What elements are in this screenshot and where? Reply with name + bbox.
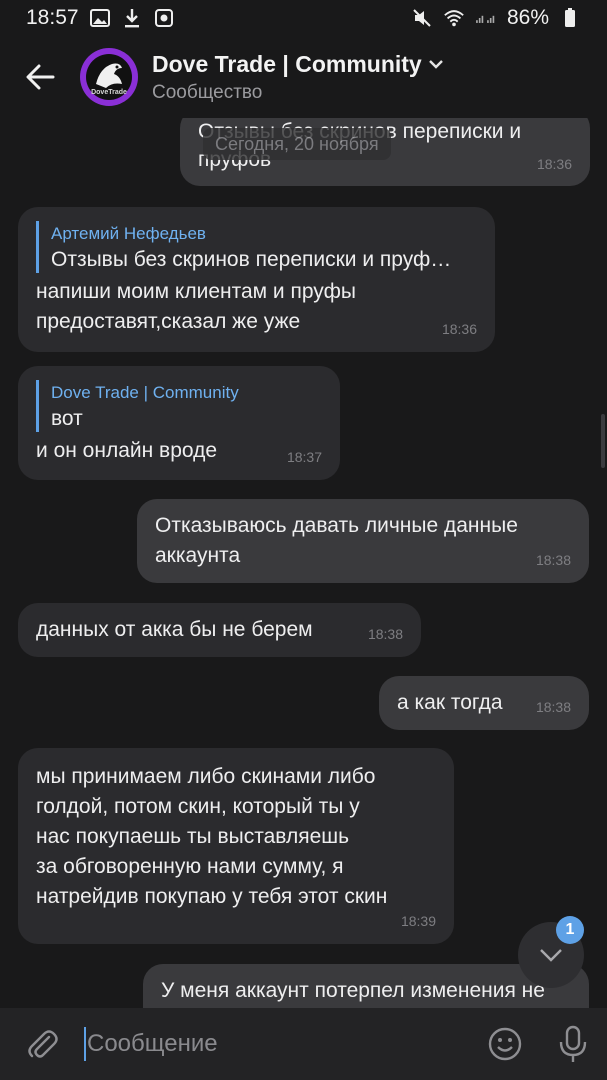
message-bubble-outgoing[interactable]: Отказываюсь давать личные данные аккаунт… (137, 499, 589, 583)
message-input[interactable]: Сообщение (84, 1008, 471, 1080)
download-icon (121, 8, 143, 28)
attach-icon (28, 1030, 58, 1058)
battery-percent: 86% (506, 6, 549, 29)
message-time: 18:38 (535, 552, 571, 568)
chat-subtitle: Сообщество (152, 81, 263, 103)
message-bubble-incoming[interactable]: Артемий Нефедьев Отзывы без скринов пере… (18, 207, 495, 352)
message-text-line: нас покупаешь ты выставляешь (36, 825, 350, 848)
emoji-button[interactable] (471, 1008, 539, 1080)
message-time: 18:37 (286, 449, 322, 465)
status-bar: 18:57 86% (0, 0, 607, 36)
reply-author: Артемий Нефедьев (51, 224, 206, 243)
message-text-line: напиши моим клиентам и пруфы (36, 280, 356, 303)
message-text-line: предоставят,сказал же уже (36, 310, 301, 333)
message-text-line: и он онлайн вроде (36, 439, 218, 462)
wifi-icon (443, 8, 465, 28)
avatar[interactable]: DoveTrade (80, 48, 138, 106)
message-time: 18:36 (536, 156, 572, 172)
message-text-line: голдой, потом скин, который ты у (36, 795, 360, 818)
unread-badge: 1 (556, 916, 584, 944)
app-icon (153, 8, 175, 28)
attach-button[interactable] (0, 1008, 84, 1080)
message-text-line: У меня аккаунт потерпел изменения не (161, 979, 545, 1002)
composer: Сообщение (0, 1008, 607, 1080)
reply-text: вот (51, 407, 83, 430)
signal-icon (475, 8, 497, 28)
chat-header: DoveTrade Dove Trade | Community Сообщес… (0, 36, 607, 118)
mute-icon (411, 8, 433, 28)
chat-title-row: Dove Trade | Community (152, 51, 444, 78)
message-bubble-incoming[interactable]: мы принимаем либо скинами либо голдой, п… (18, 748, 454, 944)
message-time: 18:39 (400, 913, 436, 929)
message-time: 18:36 (441, 321, 477, 337)
status-right: 86% (411, 6, 581, 30)
battery-icon (559, 8, 581, 28)
back-arrow-icon (26, 64, 55, 90)
message-time: 18:38 (367, 626, 403, 642)
message-bubble-outgoing[interactable]: а как тогда 18:38 (379, 676, 589, 730)
chat-title: Dove Trade | Community (152, 50, 422, 77)
message-text-line: мы принимаем либо скинами либо (36, 765, 376, 788)
message-time: 18:38 (535, 699, 571, 715)
message-text-line: данных от акка бы не берем (36, 618, 313, 641)
status-time: 18:57 (26, 6, 79, 29)
mic-button[interactable] (539, 1008, 607, 1080)
text-caret (84, 1027, 86, 1061)
back-button[interactable] (0, 36, 80, 118)
message-input-placeholder: Сообщение (87, 1030, 218, 1057)
message-bubble-incoming[interactable]: Dove Trade | Community вот и он онлайн в… (18, 366, 340, 480)
scrollbar[interactable] (601, 414, 605, 468)
status-left: 18:57 (26, 6, 175, 30)
message-text-line: натрейдив покупаю у тебя этот скин (36, 885, 388, 908)
message-text-line: Отказываюсь давать личные данные (155, 514, 518, 537)
mic-icon (559, 1025, 587, 1062)
avatar-brand: DoveTrade (91, 89, 127, 96)
message-bubble-incoming[interactable]: данных от акка бы не берем 18:38 (18, 603, 421, 657)
message-text-line: аккаунта (155, 544, 241, 567)
header-text[interactable]: Dove Trade | Community Сообщество (152, 51, 444, 104)
emoji-icon (488, 1027, 522, 1061)
image-icon (89, 8, 111, 28)
reply-author: Dove Trade | Community (51, 383, 239, 402)
scroll-down-icon (540, 949, 562, 962)
reply-text: Отзывы без скринов переписки и пруф… (51, 248, 452, 271)
reply-quote[interactable]: Артемий Нефедьев Отзывы без скринов пере… (36, 221, 477, 273)
chevron-down-icon (428, 60, 443, 69)
message-text-line: за обговоренную нами сумму, я (36, 855, 344, 878)
date-pill: Сегодня, 20 ноября (203, 128, 391, 160)
reply-quote[interactable]: Dove Trade | Community вот (36, 380, 322, 432)
message-list[interactable]: Отзывы без скринов переписки и пруфов 18… (0, 118, 607, 1008)
